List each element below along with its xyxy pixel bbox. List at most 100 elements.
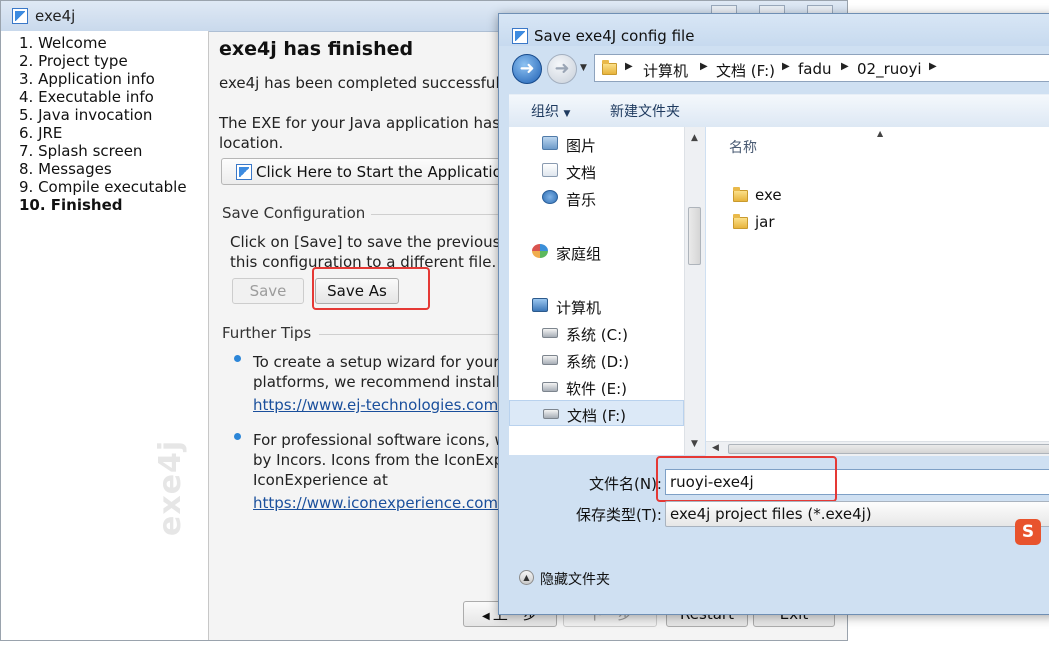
save-button[interactable]: Save (232, 278, 304, 304)
file-name: exe (755, 186, 782, 204)
nav-label: 文档 (566, 164, 597, 182)
computer-icon (532, 298, 548, 312)
drive-icon (542, 382, 558, 392)
homegroup-icon (532, 244, 548, 258)
breadcrumb-item[interactable]: fadu (798, 60, 832, 78)
page-title: exe4j has finished (219, 38, 414, 60)
window-title: exe4j (35, 7, 76, 25)
start-application-button[interactable]: Click Here to Start the Application (221, 158, 521, 185)
nav-item-documents[interactable]: 文档 (509, 158, 681, 184)
scroll-down-icon[interactable]: ▼ (691, 439, 698, 449)
start-application-label: Click Here to Start the Application (256, 163, 512, 181)
back-arrow-icon: ➜ (519, 58, 535, 79)
scroll-left-icon[interactable]: ◀ (712, 443, 719, 453)
new-folder-button[interactable]: 新建文件夹 (610, 101, 680, 121)
nav-label: 计算机 (556, 299, 602, 317)
breadcrumb-item[interactable]: 计算机 (643, 60, 688, 81)
nav-label: 音乐 (566, 191, 597, 209)
file-list-pane: ▲ 名称 exe jar (706, 127, 1049, 441)
filetype-select[interactable]: exe4j project files (*.exe4j) (665, 501, 1049, 527)
documents-icon (542, 163, 558, 177)
left-arrow-icon: ◀ (482, 611, 493, 622)
list-item[interactable]: exe (728, 185, 828, 207)
nav-item-music[interactable]: 音乐 (509, 185, 681, 211)
file-pane-hscrollbar[interactable]: ◀ (706, 441, 1049, 456)
step-item: 9. Compile executable (19, 178, 187, 196)
drive-icon (543, 409, 559, 419)
address-bar[interactable]: ▶ 计算机 ▶ 文档 (F:) ▶ fadu ▶ 02_ruoyi ▶ (594, 54, 1049, 82)
exe-info-line1: The EXE for your Java application has b (219, 114, 515, 132)
collapse-up-icon: ▲ (519, 570, 534, 585)
nav-label: 系统 (D:) (566, 353, 630, 371)
folder-icon (602, 60, 617, 75)
nav-item-drive-e[interactable]: 软件 (E:) (509, 374, 681, 400)
recent-locations-dropdown[interactable]: ▼ (580, 63, 587, 73)
chevron-right-icon[interactable]: ▶ (841, 61, 849, 72)
step-item: 8. Messages (19, 160, 112, 178)
nav-item-computer[interactable]: 计算机 (509, 293, 681, 319)
section-divider (371, 214, 501, 215)
nav-pane-scrollbar[interactable]: ▲ ▼ (684, 127, 705, 455)
step-item-active: 10. Finished (19, 196, 123, 214)
organize-label: 组织 (531, 104, 559, 120)
steps-list: 1. Welcome 2. Project type 3. Applicatio… (19, 34, 187, 214)
exe4j-app-icon (12, 8, 28, 24)
chevron-right-icon: ▶ (625, 61, 633, 72)
exe-info-line2: location. (219, 134, 284, 152)
step-item: 3. Application info (19, 70, 155, 88)
nav-item-pictures[interactable]: 图片 (509, 131, 681, 157)
ej-technologies-link[interactable]: https://www.ej-technologies.com/ (253, 396, 503, 414)
section-divider (319, 334, 501, 335)
forward-arrow-icon: ➜ (554, 58, 570, 79)
completed-text: exe4j has been completed successfully (219, 74, 513, 92)
filename-label: 文件名(N): (589, 475, 662, 493)
sogou-ime-icon[interactable]: S (1015, 519, 1041, 545)
back-button[interactable]: ➜ (512, 54, 542, 84)
nav-item-drive-c[interactable]: 系统 (C:) (509, 320, 681, 346)
nav-label: 文档 (F:) (567, 407, 626, 425)
scrollbar-thumb[interactable] (688, 207, 701, 265)
nav-label: 图片 (566, 137, 597, 155)
dialog-titlebar: Save exe4J config file (499, 14, 1049, 46)
step-item: 2. Project type (19, 52, 128, 70)
steps-sidebar: 1. Welcome 2. Project type 3. Applicatio… (1, 31, 209, 640)
dialog-title: Save exe4J config file (534, 27, 695, 45)
step-item: 5. Java invocation (19, 106, 153, 124)
nav-label: 系统 (C:) (566, 326, 628, 344)
scroll-up-icon[interactable]: ▲ (691, 133, 698, 143)
tip1-line2: platforms, we recommend install4j (253, 373, 514, 391)
exe4j-watermark: exe4j (153, 439, 188, 536)
scrollbar-thumb[interactable] (728, 444, 1049, 454)
exe4j-app-icon (512, 28, 528, 44)
save-configuration-heading: Save Configuration (222, 204, 366, 222)
folder-icon (733, 214, 748, 229)
tip2-line2: by Incors. Icons from the IconExpe (253, 451, 513, 469)
step-item: 4. Executable info (19, 88, 154, 106)
breadcrumb-item[interactable]: 文档 (F:) (716, 60, 775, 81)
step-item: 1. Welcome (19, 34, 107, 52)
bullet-icon (234, 355, 241, 362)
organize-menu[interactable]: 组织 ▼ (531, 101, 570, 121)
nav-item-homegroup[interactable]: 家庭组 (509, 239, 681, 265)
further-tips-heading: Further Tips (222, 324, 312, 342)
dropdown-caret-icon: ▼ (563, 109, 571, 119)
filename-highlight (656, 456, 837, 502)
folder-icon (733, 187, 748, 202)
nav-item-drive-f[interactable]: 文档 (F:) (509, 400, 684, 426)
iconexperience-link[interactable]: https://www.iconexperience.com (253, 494, 498, 512)
save-config-dialog: Save exe4J config file ➜ ➜ ▼ ▶ 计算机 ▶ 文档 … (498, 13, 1049, 615)
list-item[interactable]: jar (728, 212, 828, 234)
chevron-right-icon[interactable]: ▶ (782, 61, 790, 72)
chevron-right-icon[interactable]: ▶ (700, 61, 708, 72)
breadcrumb-item[interactable]: 02_ruoyi (857, 60, 921, 78)
file-name: jar (755, 213, 775, 231)
column-header-name[interactable]: 名称 (729, 137, 757, 157)
system-drive-icon (542, 328, 558, 338)
chevron-right-icon[interactable]: ▶ (929, 61, 937, 72)
pictures-icon (542, 136, 558, 150)
nav-item-drive-d[interactable]: 系统 (D:) (509, 347, 681, 373)
forward-button[interactable]: ➜ (547, 54, 577, 84)
music-icon (542, 190, 558, 204)
hide-folders-toggle[interactable]: ▲ 隐藏文件夹 (519, 567, 639, 589)
tip2-line1: For professional software icons, w (253, 431, 507, 449)
